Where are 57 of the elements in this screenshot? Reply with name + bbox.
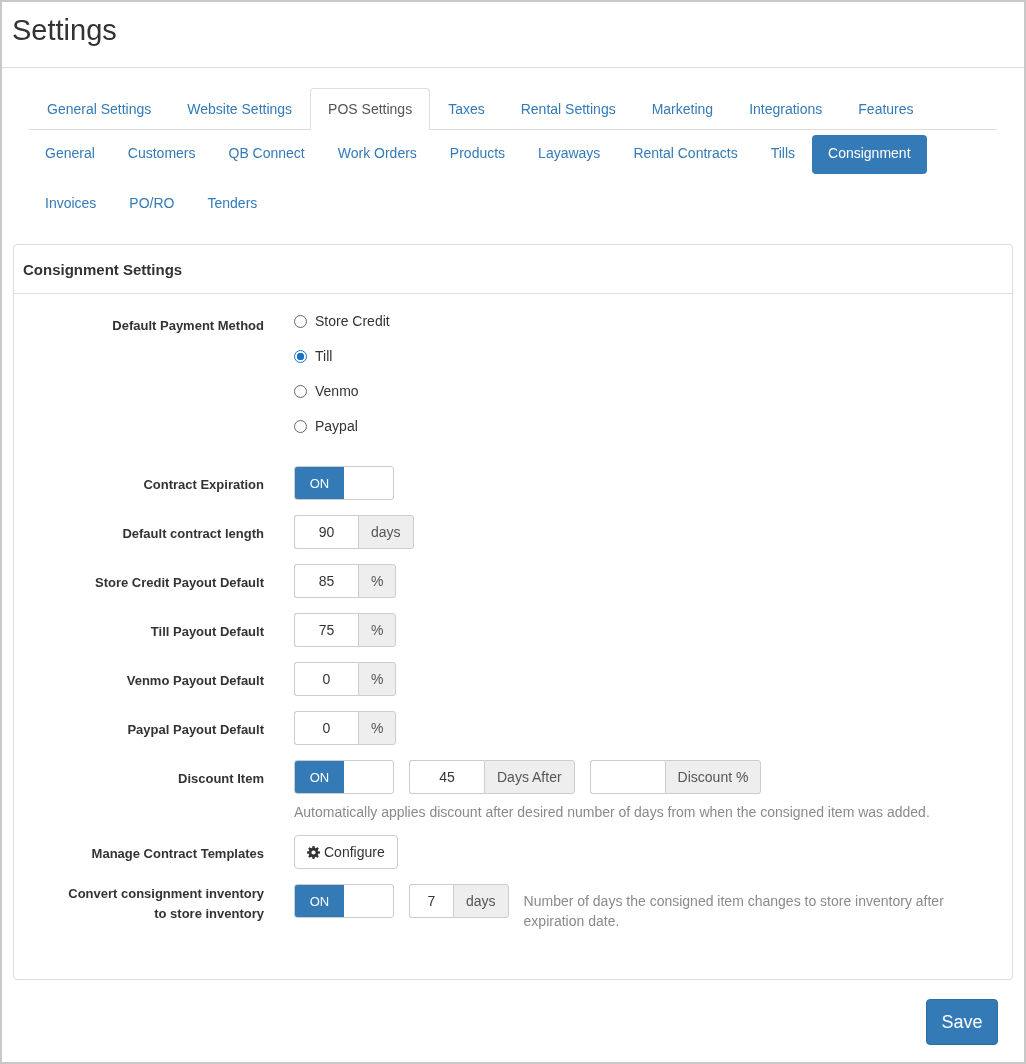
section-tab[interactable]: Tills: [754, 135, 812, 174]
unit-addon: Discount %: [664, 760, 762, 794]
settings-tab[interactable]: Integrations: [731, 88, 841, 130]
number-field[interactable]: [589, 760, 665, 794]
settings-tab[interactable]: Features: [840, 88, 932, 130]
toggle-switch[interactable]: ON: [294, 760, 394, 794]
toggle-switch[interactable]: ON: [294, 884, 394, 918]
field-label: Contract Expiration: [143, 477, 264, 492]
field-label: Default contract length: [122, 526, 264, 541]
toggle-switch[interactable]: ON: [294, 466, 394, 500]
radio-label: Till: [315, 348, 333, 364]
settings-tab[interactable]: Website Settings: [169, 88, 311, 130]
page-title: Settings: [2, 2, 1024, 68]
section-tab[interactable]: Layaways: [522, 135, 617, 174]
radio-button[interactable]: [294, 314, 307, 328]
help-text: Number of days the consigned item changes to store inventory after expiration date.: [523, 892, 945, 931]
field-label: Manage Contract Templates: [91, 846, 264, 861]
section-tab[interactable]: PO/RO: [113, 185, 191, 224]
settings-tab[interactable]: Rental Settings: [502, 88, 634, 130]
section-tab[interactable]: Products: [433, 135, 522, 174]
radio-label: Store Credit: [315, 313, 390, 329]
section-tab[interactable]: Work Orders: [321, 135, 433, 174]
radio-label: Venmo: [315, 383, 359, 399]
section-tab[interactable]: Customers: [111, 135, 212, 174]
section-tab[interactable]: QB Connect: [212, 135, 321, 174]
radio-button[interactable]: [294, 384, 307, 398]
save-button[interactable]: Save: [926, 999, 998, 1045]
radio-button[interactable]: [294, 419, 307, 433]
configure-button[interactable]: Configure: [294, 835, 398, 869]
settings-tab[interactable]: POS Settings: [310, 88, 431, 130]
section-tab[interactable]: Tenders: [191, 185, 274, 224]
field-label: Convert consignment inventory to store inventory: [68, 886, 264, 921]
field-label: Store Credit Payout Default: [94, 575, 264, 590]
field-label: Default Payment Method: [112, 318, 264, 333]
unit-addon: days: [358, 515, 414, 549]
field-label: Paypal Payout Default: [127, 722, 264, 737]
gear-icon: [307, 845, 320, 859]
settings-tab[interactable]: Marketing: [633, 88, 732, 130]
field-label: Venmo Payout Default: [126, 673, 264, 688]
section-tab[interactable]: Rental Contracts: [617, 135, 754, 174]
section-tab[interactable]: Consignment: [812, 135, 927, 174]
section-tab[interactable]: General: [29, 135, 111, 174]
unit-addon: %: [358, 564, 397, 598]
unit-addon: %: [358, 711, 397, 745]
unit-addon: days: [453, 884, 509, 918]
settings-tab[interactable]: Taxes: [430, 88, 503, 130]
unit-addon: %: [358, 613, 397, 647]
field-label: Discount Item: [178, 771, 264, 786]
help-text: Automatically applies discount after desired number of days from when the consigned item was added.: [294, 804, 931, 820]
panel-title: Consignment Settings: [23, 261, 183, 278]
radio-button[interactable]: [294, 349, 307, 363]
field-label: Till Payout Default: [150, 624, 264, 639]
section-tab[interactable]: Invoices: [29, 185, 113, 224]
radio-label: Paypal: [315, 418, 358, 434]
unit-addon: Days After: [484, 760, 575, 794]
unit-addon: %: [358, 662, 397, 696]
settings-tab[interactable]: General Settings: [29, 88, 170, 130]
